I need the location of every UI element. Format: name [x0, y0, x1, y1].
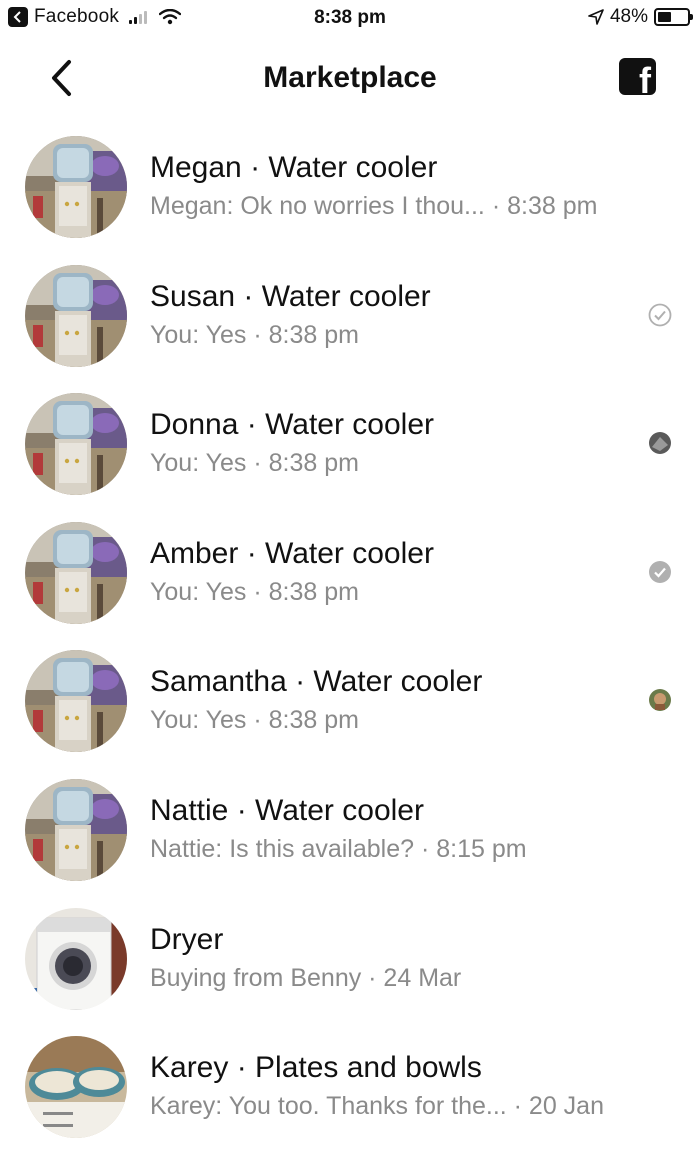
listing-photo-water-cooler	[25, 136, 127, 238]
sent-check-icon	[648, 303, 672, 327]
conversation-title: Dryer	[150, 922, 224, 956]
battery-fill	[658, 12, 672, 22]
listing-photo-dryer	[25, 907, 127, 1010]
conversation-text: Susan · Water cooler You: Yes · 8:38 pm	[150, 279, 640, 351]
conversation-title: Karey · Plates and bowls	[150, 1051, 482, 1085]
conversation-preview: Karey: You too. Thanks for the... · 20 J…	[150, 1092, 604, 1121]
conversation-title: Samantha · Water cooler	[150, 665, 483, 699]
conversation-title: Megan · Water cooler	[150, 151, 438, 184]
seen-by-avatar-icon	[648, 688, 672, 712]
conversation-preview: You: Yes · 8:38 pm	[150, 577, 359, 606]
conversation-preview: You: Yes · 8:38 pm	[150, 449, 359, 478]
conversation-row[interactable]: Karey · Plates and bowls Karey: You too. …	[0, 1022, 700, 1151]
battery-percent: 48%	[609, 6, 648, 27]
listing-photo-water-cooler	[25, 264, 127, 367]
conversation-row[interactable]: Amber · Water cooler You: Yes · 8:38 pm	[0, 508, 700, 637]
conversation-text: Amber · Water cooler You: Yes · 8:38 pm	[150, 536, 640, 608]
conversation-title: Donna · Water cooler	[150, 408, 435, 442]
conversation-text: Donna · Water cooler You: Yes · 8:38 pm	[150, 407, 640, 479]
conversation-row[interactable]: Samantha · Water cooler You: Yes · 8:38 p…	[0, 636, 700, 765]
nav-bar: Marketplace f	[0, 36, 700, 122]
conversation-text: Samantha · Water cooler You: Yes · 8:38 p…	[150, 664, 640, 736]
conversation-text: Karey · Plates and bowls Karey: You too. …	[150, 1050, 640, 1122]
location-arrow-icon	[588, 9, 604, 25]
facebook-logo-icon[interactable]: f	[619, 58, 656, 95]
status-right: 48%	[588, 6, 693, 28]
conversation-text: Nattie · Water cooler Nattie: Is this ava…	[150, 793, 640, 865]
listing-photo-water-cooler	[25, 521, 127, 624]
battery-icon	[654, 8, 693, 26]
seen-by-avatar-icon	[648, 431, 672, 455]
conversation-preview: Buying from Benny · 24 Mar	[150, 963, 462, 992]
conversation-preview: You: Yes · 8:38 pm	[150, 320, 359, 349]
conversation-preview: Megan: Ok no worries I thou... · 8:38 pm	[150, 192, 598, 220]
listing-photo-water-cooler	[25, 650, 127, 753]
conversation-title: Amber · Water cooler	[150, 536, 434, 570]
status-bar: Facebook 8:38 pm 48%	[0, 0, 700, 36]
conversation-row[interactable]: Donna · Water cooler You: Yes · 8:38 pm	[0, 379, 700, 508]
page-title: Marketplace	[263, 61, 437, 94]
conversation-list: Megan · Water cooler Megan: Ok no worries…	[0, 122, 700, 1151]
conversation-row[interactable]: Megan · Water cooler Megan: Ok no worries…	[0, 122, 700, 251]
listing-photo-water-cooler	[25, 778, 127, 881]
conversation-row[interactable]: Dryer Buying from Benny · 24 Mar	[0, 894, 700, 1023]
conversation-title: Nattie · Water cooler	[150, 793, 424, 827]
conversation-preview: Nattie: Is this available? · 8:15 pm	[150, 834, 527, 863]
listing-photo-plates	[25, 1036, 127, 1139]
conversation-row[interactable]: Susan · Water cooler You: Yes · 8:38 pm	[0, 251, 700, 380]
delivered-check-icon	[648, 560, 672, 584]
conversation-title: Susan · Water cooler	[150, 279, 431, 313]
conversation-preview: You: Yes · 8:38 pm	[150, 706, 359, 735]
conversation-text: Dryer Buying from Benny · 24 Mar	[150, 922, 640, 994]
conversation-row[interactable]: Nattie · Water cooler Nattie: Is this ava…	[0, 765, 700, 894]
conversation-text: Megan · Water cooler Megan: Ok no worries…	[150, 150, 640, 222]
listing-photo-water-cooler	[25, 393, 127, 496]
